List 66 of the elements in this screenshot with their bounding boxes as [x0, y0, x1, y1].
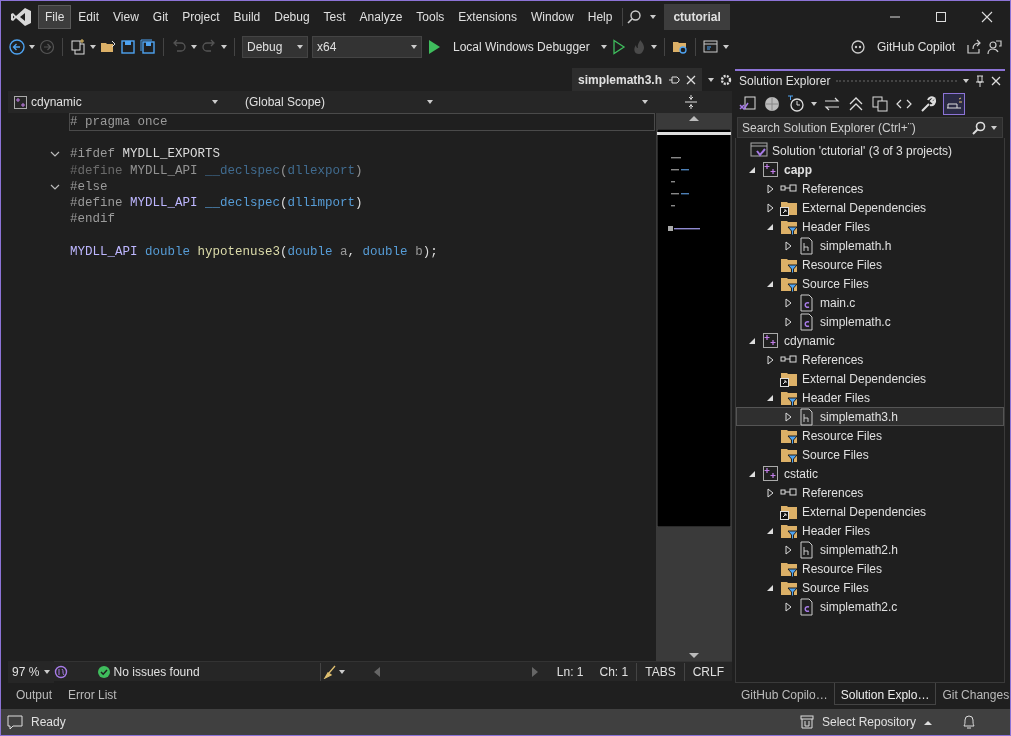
menu-item[interactable]: Help: [580, 4, 620, 29]
tree-item[interactable]: Resource Files: [802, 426, 883, 445]
panel-tab[interactable]: Output: [8, 683, 61, 705]
tree-item[interactable]: Resource Files: [802, 559, 883, 578]
panel-tab[interactable]: GitHub Copilo…: [735, 683, 834, 705]
tree-item[interactable]: Header Files: [802, 217, 871, 236]
menu-item[interactable]: Analyze: [352, 4, 410, 29]
tree-item[interactable]: References: [802, 483, 864, 502]
menu-item[interactable]: Build: [226, 4, 268, 29]
start-debugging-button[interactable]: Local Windows Debugger: [446, 35, 597, 59]
tree-item[interactable]: External Dependencies: [802, 369, 927, 388]
line-endings[interactable]: CRLF: [684, 662, 732, 681]
menu-item[interactable]: View: [106, 4, 146, 29]
tree-item[interactable]: References: [802, 179, 864, 198]
search-field[interactable]: Search Solution Explorer (Ctrl+¨): [737, 117, 1003, 138]
code-line: # pragma once: [70, 114, 654, 131]
menu-item[interactable]: Edit: [71, 4, 107, 29]
solution-name: ctutorial: [664, 3, 730, 30]
tree-item[interactable]: External Dependencies: [802, 198, 927, 217]
menu-item[interactable]: Window: [524, 4, 581, 29]
tree-item[interactable]: Source Files: [802, 578, 869, 597]
tree-item[interactable]: Resource Files: [802, 255, 883, 274]
project-label[interactable]: cstatic: [784, 464, 818, 483]
code-line: #ifdef MYDLL_EXPORTS: [70, 146, 221, 163]
panel-title: Solution Explorer: [739, 73, 831, 90]
code-line: #else: [70, 178, 108, 195]
tree-item[interactable]: main.c: [820, 293, 856, 312]
tree-item[interactable]: References: [802, 350, 864, 369]
zoom-dropdown[interactable]: 97 %: [8, 660, 54, 683]
menu-item[interactable]: Debug: [267, 4, 317, 29]
menu-item[interactable]: Test: [316, 4, 353, 29]
issues-status[interactable]: No issues found: [113, 662, 200, 681]
tree-item[interactable]: Header Files: [802, 521, 871, 540]
code-line: #define MYDLL_API __declspec(dllimport): [70, 194, 363, 212]
menu-item[interactable]: File: [38, 4, 72, 29]
panel-tab[interactable]: Git Changes: [936, 683, 1011, 705]
menu-item[interactable]: Git: [145, 4, 176, 29]
tree-item[interactable]: External Dependencies: [802, 502, 927, 521]
tree-item[interactable]: Header Files: [802, 388, 871, 407]
tree-item[interactable]: simplemath2.c: [820, 597, 898, 616]
configuration-dropdown[interactable]: Debug: [242, 36, 308, 58]
status-message: Ready: [31, 714, 66, 731]
line-number: Ln: 1: [555, 663, 585, 681]
project-label[interactable]: cdynamic: [784, 331, 835, 350]
selected-row[interactable]: simplemath3.h: [736, 407, 1004, 426]
copilot-button[interactable]: GitHub Copilot: [869, 35, 962, 59]
tree-item[interactable]: Source Files: [802, 445, 869, 464]
tree-item[interactable]: simplemath.c: [820, 312, 891, 331]
menu-item[interactable]: Tools: [409, 4, 452, 29]
platform-dropdown[interactable]: x64: [312, 36, 422, 58]
solution-label[interactable]: Solution 'ctutorial' (3 of 3 projects): [772, 141, 952, 160]
panel-tab[interactable]: Error List: [60, 683, 125, 705]
tree-item[interactable]: simplemath2.h: [820, 540, 899, 559]
panel-tab[interactable]: Solution Explo…: [833, 683, 937, 705]
code-line: #endif: [70, 211, 115, 228]
repository-button[interactable]: Select Repository: [821, 713, 932, 731]
project-label[interactable]: capp: [784, 160, 812, 179]
menu-item[interactable]: Project: [175, 4, 227, 29]
tree-item[interactable]: simplemath3.h: [820, 407, 899, 426]
code-line: MYDLL_API double hypotenuse3(double a, double b);: [70, 243, 438, 260]
indentation-mode[interactable]: TABS: [636, 662, 685, 681]
code-line: #define MYDLL_API __declspec(dllexport): [70, 162, 363, 179]
tree-item[interactable]: Source Files: [802, 274, 869, 293]
column-number: Ch: 1: [598, 663, 630, 681]
menu-item[interactable]: Extensions: [451, 4, 525, 29]
tree-item[interactable]: simplemath.h: [820, 236, 892, 255]
